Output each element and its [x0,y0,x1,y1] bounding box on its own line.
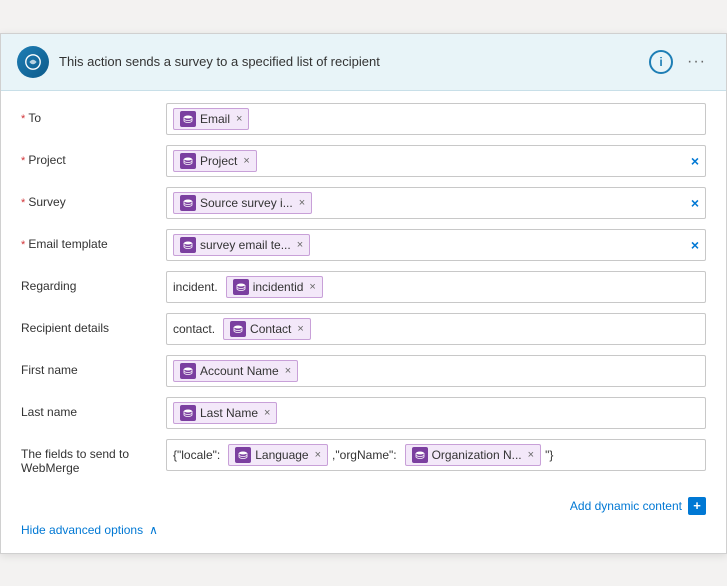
to-token-email: Email × [173,108,249,130]
regarding-field[interactable]: incident. incidentid × [166,271,706,303]
email-template-row: * Email template survey email te... × × [21,229,706,263]
email-template-token: survey email te... × [173,234,310,256]
to-row: * To Email × [21,103,706,137]
hide-advanced-options-button[interactable]: Hide advanced options ∧ [21,523,706,541]
more-options-button[interactable]: ··· [683,53,710,71]
webmerge-field[interactable]: {"locale": Language × ,"orgName": Organi… [166,439,706,471]
survey-clear-button[interactable]: × [691,195,699,211]
project-token: Project × [173,150,257,172]
token-db-icon [233,279,249,295]
token-db-icon [230,321,246,337]
regarding-token-close[interactable]: × [309,281,315,293]
webmerge-label: The fields to send to WebMerge [21,439,166,475]
add-dynamic-content-button[interactable]: + [688,497,706,515]
regarding-row: Regarding incident. incidentid × [21,271,706,305]
to-label: * To [21,103,166,125]
email-template-token-close[interactable]: × [297,239,303,251]
first-name-label: First name [21,355,166,377]
add-dynamic-content-row: Add dynamic content + [21,497,706,515]
chevron-up-icon: ∧ [149,523,158,537]
hide-advanced-label: Hide advanced options [21,523,143,537]
app-icon [17,46,49,78]
last-name-token: Last Name × [173,402,277,424]
regarding-prefix: incident. [173,280,222,294]
info-button[interactable]: i [649,50,673,74]
survey-token: Source survey i... × [173,192,312,214]
project-token-close[interactable]: × [243,155,249,167]
survey-token-close[interactable]: × [299,197,305,209]
card-footer: Add dynamic content + Hide advanced opti… [1,491,726,553]
last-name-row: Last name Last Name × [21,397,706,431]
first-name-token-account-name: Account Name × [173,360,298,382]
webmerge-suffix-text: "} [545,448,557,462]
webmerge-token-language: Language × [228,444,328,466]
survey-row: * Survey Source survey i... × × [21,187,706,221]
project-field[interactable]: Project × × [166,145,706,177]
token-db-icon [180,153,196,169]
project-clear-button[interactable]: × [691,153,699,169]
header-title: This action sends a survey to a specifie… [59,54,639,69]
token-db-icon [180,237,196,253]
email-template-field[interactable]: survey email te... × × [166,229,706,261]
token-db-icon [180,405,196,421]
regarding-token-incidentid: incidentid × [226,276,323,298]
survey-label: * Survey [21,187,166,209]
webmerge-row: The fields to send to WebMerge {"locale"… [21,439,706,475]
survey-field[interactable]: Source survey i... × × [166,187,706,219]
project-label: * Project [21,145,166,167]
last-name-token-close[interactable]: × [264,407,270,419]
add-dynamic-content-link[interactable]: Add dynamic content [570,499,682,513]
card-header: This action sends a survey to a specifie… [1,34,726,91]
recipient-details-label: Recipient details [21,313,166,335]
card-body: * To Email × * Project [1,91,726,491]
last-name-label: Last name [21,397,166,419]
to-token-close[interactable]: × [236,113,242,125]
webmerge-prefix-text: {"locale": [173,448,224,462]
first-name-row: First name Account Name × [21,355,706,389]
project-row: * Project Project × × [21,145,706,179]
recipient-details-row: Recipient details contact. Contact × [21,313,706,347]
token-db-icon [235,447,251,463]
email-template-clear-button[interactable]: × [691,237,699,253]
regarding-label: Regarding [21,271,166,293]
action-card: This action sends a survey to a specifie… [0,33,727,554]
webmerge-org-token-close[interactable]: × [528,449,534,461]
webmerge-language-token-close[interactable]: × [315,449,321,461]
to-field[interactable]: Email × [166,103,706,135]
email-template-label: * Email template [21,229,166,251]
webmerge-middle-text: ,"orgName": [332,448,401,462]
token-db-icon [180,111,196,127]
token-db-icon [412,447,428,463]
recipient-details-token-close[interactable]: × [297,323,303,335]
recipient-details-field[interactable]: contact. Contact × [166,313,706,345]
token-db-icon [180,363,196,379]
recipient-details-token: Contact × [223,318,311,340]
first-name-token-close[interactable]: × [285,365,291,377]
webmerge-token-org: Organization N... × [405,444,541,466]
token-db-icon [180,195,196,211]
first-name-field[interactable]: Account Name × [166,355,706,387]
recipient-prefix: contact. [173,322,219,336]
last-name-field[interactable]: Last Name × [166,397,706,429]
